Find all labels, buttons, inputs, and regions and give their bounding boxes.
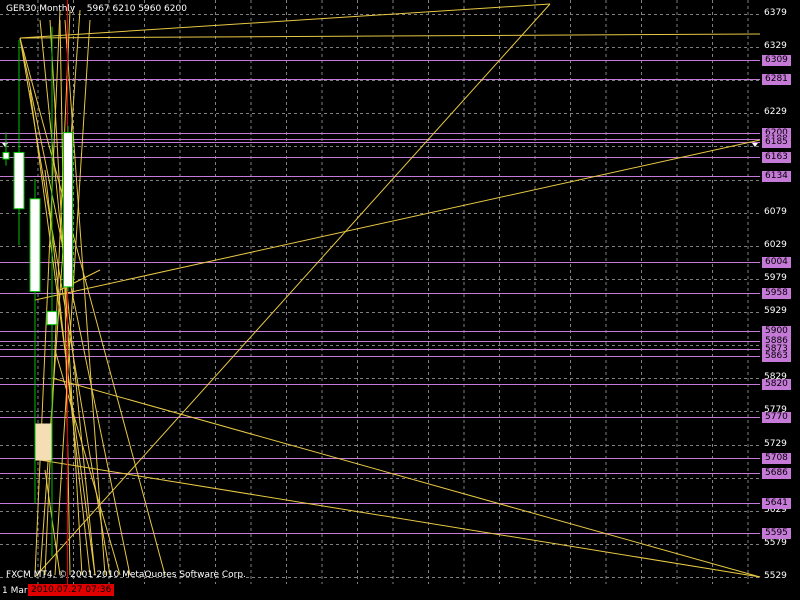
level-price-tag: 5770	[762, 412, 791, 424]
candle-body	[46, 310, 58, 326]
highlight-box	[35, 423, 52, 461]
trend-line	[19, 33, 761, 39]
level-price-tag: 5686	[762, 468, 791, 479]
price-tick: 5529	[764, 571, 787, 581]
level-price-tag: 5820	[762, 379, 791, 391]
crosshair-time-label: 2010.07.27 07:36	[28, 584, 115, 596]
time-axis-label: 1 Mar	[2, 586, 28, 596]
level-price-tag: 5641	[762, 497, 791, 509]
trend-line	[34, 139, 761, 301]
trend-line	[19, 37, 131, 576]
price-chart[interactable]	[0, 0, 800, 600]
price-tick: 5729	[764, 438, 787, 449]
level-price-tag: 5863	[762, 350, 791, 362]
candle-body	[2, 151, 10, 160]
chart-title: GER30,Monthly 5967 6210 5960 6200	[6, 4, 187, 14]
level-price-tag: 6004	[762, 257, 791, 269]
trend-line	[51, 377, 761, 578]
level-price-tag: 5595	[762, 528, 791, 540]
level-price-tag: 6185	[762, 137, 791, 149]
price-tick: 6379	[764, 8, 787, 18]
candle-body	[13, 151, 25, 210]
price-axis[interactable]: 6379632962796229617961296079602959795929…	[760, 0, 800, 584]
trend-line	[59, 19, 71, 576]
mt4-chart-window[interactable]: GER30,Monthly 5967 6210 5960 6200 FXCM M…	[0, 0, 800, 600]
price-tick: 5979	[764, 272, 787, 283]
level-price-tag: 6309	[762, 55, 791, 67]
price-tick: 5929	[764, 306, 787, 317]
candle-body	[29, 198, 41, 293]
trend-line	[54, 349, 121, 576]
level-price-tag: 5958	[762, 287, 791, 299]
level-price-tag: 6281	[762, 73, 791, 85]
price-tick: 6029	[764, 239, 787, 250]
price-tick: 6329	[764, 41, 787, 52]
symbol-timeframe: GER30,Monthly	[6, 4, 76, 14]
price-tick: 6079	[764, 206, 787, 217]
ohlc-readout: 5967 6210 5960 6200	[86, 4, 187, 14]
candle-body	[63, 132, 73, 288]
level-price-tag: 6134	[762, 171, 791, 183]
level-price-tag: 6163	[762, 152, 791, 164]
price-tick: 6229	[764, 107, 787, 118]
copyright-text: FXCM MT4, © 2001-2010 MetaQuotes Softwar…	[6, 570, 246, 580]
trend-line	[19, 37, 166, 576]
time-axis[interactable]: 1 Mar 2010.07.27 07:36	[0, 584, 760, 600]
trend-line	[39, 459, 761, 578]
price-tick: 5579	[764, 537, 787, 548]
level-price-tag: 5708	[762, 453, 791, 465]
trend-line	[34, 3, 551, 578]
